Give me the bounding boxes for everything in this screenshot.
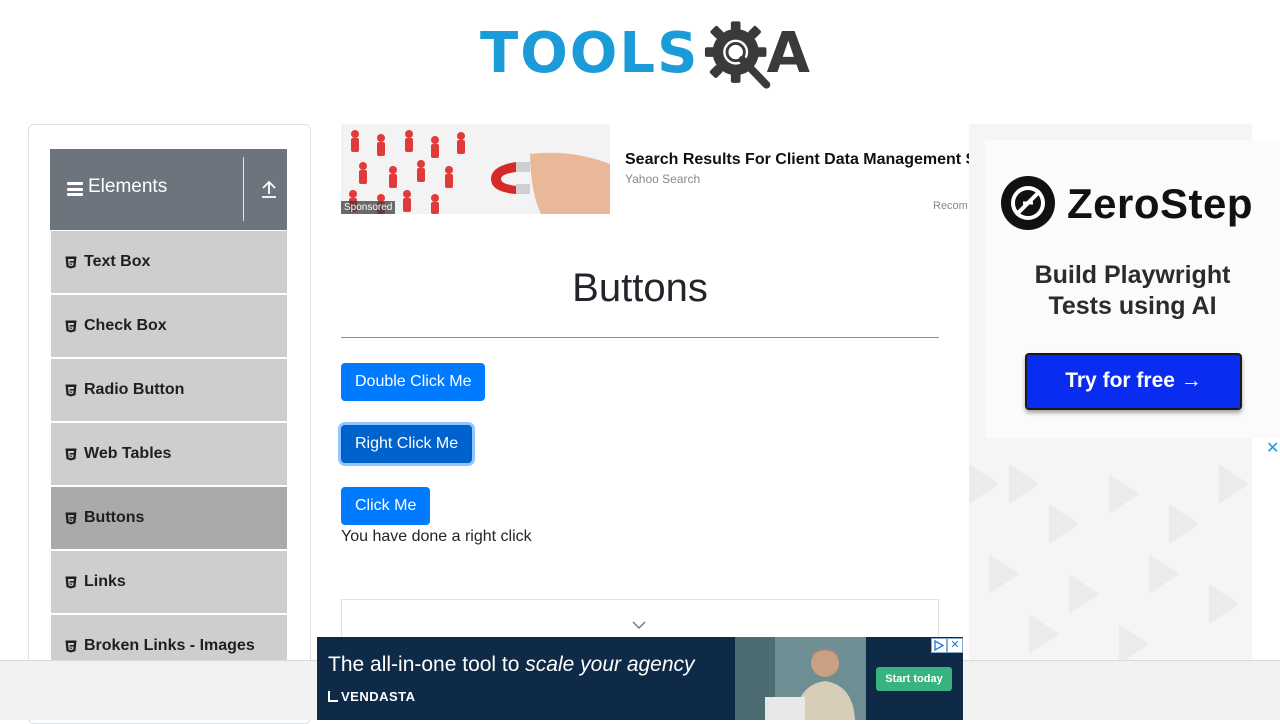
tagline-line-2: Tests using AI	[1048, 292, 1217, 320]
group-title: Elements	[88, 176, 168, 197]
ad-photo	[735, 637, 866, 720]
logo-text: TOOLS	[480, 21, 700, 86]
ad-image: Sponsored	[341, 124, 610, 214]
html5-icon	[65, 640, 77, 652]
sponsored-ad[interactable]: Sponsored Search Results For Client Data…	[341, 124, 981, 216]
right-click-button[interactable]: Right Click Me	[341, 425, 473, 463]
logo-suffix: A	[766, 21, 810, 86]
sidebar-item-buttons[interactable]: Buttons	[51, 487, 287, 549]
html5-icon	[65, 256, 77, 268]
sidebar-item-label: Radio Button	[84, 381, 185, 398]
sidebar-item-label: Text Box	[84, 253, 151, 270]
ad-source: Yahoo Search	[625, 172, 701, 186]
start-today-button[interactable]: Start today	[876, 667, 952, 691]
html5-icon	[65, 384, 77, 396]
ad-title[interactable]: Search Results For Client Data Managemen…	[625, 151, 976, 169]
html5-icon	[65, 448, 77, 460]
sidebar-item-label: Web Tables	[84, 445, 172, 462]
sidebar-item-radio-button[interactable]: Radio Button	[51, 359, 287, 421]
sidebar-item-check-box[interactable]: Check Box	[51, 295, 287, 357]
sidebar-item-label: Buttons	[84, 509, 145, 526]
gear-magnifier-icon	[705, 21, 771, 89]
ad-headline: The all-in-one tool to scale your agency	[328, 653, 695, 677]
hamburger-icon	[67, 182, 83, 196]
zerostep-ad[interactable]: ZeroStep Build Playwright Tests using AI…	[985, 140, 1280, 438]
vendasta-mark-icon	[328, 691, 338, 702]
right-click-result-message: You have done a right click	[341, 528, 532, 545]
zerostep-brand: ZeroStep	[1067, 180, 1254, 227]
html5-icon	[65, 512, 77, 524]
sidebar-item-links[interactable]: Links	[51, 551, 287, 613]
left-panel: Elements Text Box Check Box Radio Button…	[28, 124, 311, 724]
zerostep-logo-icon	[1001, 176, 1055, 230]
elements-menu: Text Box Check Box Radio Button Web Tabl…	[51, 231, 287, 679]
sidebar-item-label: Check Box	[84, 317, 167, 334]
page-title: Buttons	[572, 266, 708, 310]
sponsored-badge: Sponsored	[341, 201, 396, 214]
sidebar-item-label: Broken Links - Images	[84, 637, 255, 654]
group-divider	[243, 157, 244, 221]
sidebar-item-label: Links	[84, 573, 126, 590]
adchoices-icon[interactable]	[931, 638, 947, 653]
zerostep-tagline: Build Playwright Tests using AI	[985, 260, 1280, 322]
elements-group-header[interactable]: Elements	[50, 149, 287, 230]
title-divider	[341, 337, 939, 338]
html5-icon	[65, 320, 77, 332]
close-ad-icon[interactable]: ✕	[947, 638, 963, 653]
sidebar-item-web-tables[interactable]: Web Tables	[51, 423, 287, 485]
double-click-button[interactable]: Double Click Me	[341, 363, 486, 401]
html5-icon	[65, 576, 77, 588]
chevron-down-icon[interactable]	[632, 620, 646, 630]
vendasta-brand: VENDASTA	[341, 689, 416, 704]
ad-recommended-label: Recom	[933, 200, 968, 212]
headline-start: The all-in-one tool to	[328, 653, 526, 676]
sidebar-item-text-box[interactable]: Text Box	[51, 231, 287, 293]
header: TOOLS A	[0, 0, 1280, 105]
try-for-free-button[interactable]: Try for free →	[1025, 353, 1242, 410]
headline-italic: scale your agency	[525, 653, 695, 676]
close-ad-icon[interactable]: ✕	[1266, 438, 1280, 457]
tagline-line-1: Build Playwright	[1034, 261, 1231, 289]
toolsqa-logo[interactable]: TOOLS A	[480, 14, 810, 94]
click-me-button[interactable]: Click Me	[341, 487, 431, 525]
collapse-up-icon[interactable]	[260, 179, 278, 199]
vendasta-ad[interactable]: The all-in-one tool to scale your agency…	[317, 637, 963, 720]
vendasta-logo: VENDASTA	[328, 689, 416, 704]
